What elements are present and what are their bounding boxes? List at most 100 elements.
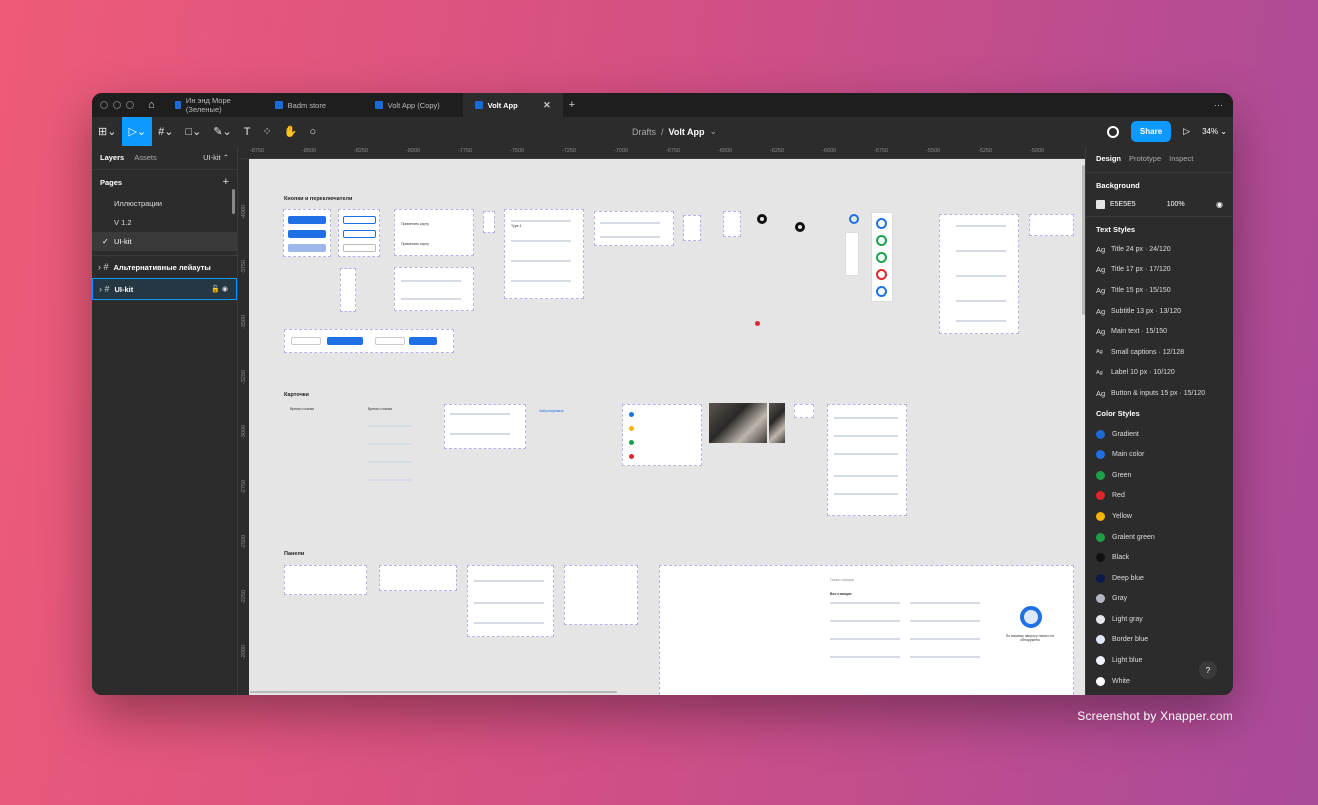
primary-button[interactable] <box>288 216 326 224</box>
bg-hex-input[interactable]: E5E5E5 <box>1110 201 1136 208</box>
tab-inspect[interactable]: Inspect <box>1169 154 1193 163</box>
more-icon[interactable]: ··· <box>1214 100 1223 110</box>
panel-card[interactable] <box>467 565 554 637</box>
close-tab-icon[interactable]: ✕ <box>543 100 551 111</box>
outline-buttons-card[interactable] <box>338 209 380 257</box>
legend-card[interactable] <box>622 404 702 466</box>
tab-file-4-active[interactable]: Volt App ✕ <box>462 93 563 117</box>
color-style-item[interactable]: Black <box>1086 547 1233 568</box>
maximize-window-button[interactable] <box>126 101 134 109</box>
page-item-illustrations[interactable]: Иллюстрации <box>92 194 237 213</box>
small-toggle[interactable] <box>483 211 495 233</box>
color-style-item[interactable]: Green <box>1086 465 1233 486</box>
page-selector[interactable]: UI-kit ⌃ <box>203 153 229 162</box>
color-style-item[interactable]: Red <box>1086 486 1233 507</box>
avatar[interactable] <box>1106 125 1119 138</box>
segment-button-active[interactable] <box>409 337 437 345</box>
outline-button[interactable] <box>343 216 376 224</box>
color-style-item[interactable]: Gray <box>1086 589 1233 610</box>
color-style-item[interactable]: Deep blue <box>1086 568 1233 589</box>
frame-tool-icon[interactable]: #⌄ <box>152 117 179 146</box>
panel-card[interactable] <box>284 565 367 595</box>
tab-design[interactable]: Design <box>1096 154 1121 163</box>
primary-button-disabled[interactable] <box>288 244 326 252</box>
help-button[interactable]: ? <box>1199 661 1217 679</box>
radio-list-card[interactable]: Type-1 <box>504 209 584 299</box>
tab-prototype[interactable]: Prototype <box>1129 154 1161 163</box>
text-style-item[interactable]: Ag Main text · 15/150 <box>1086 321 1233 342</box>
text-tool-icon[interactable]: T <box>238 117 257 146</box>
color-style-item[interactable]: Gralent green <box>1086 527 1233 548</box>
tab-layers[interactable]: Layers <box>100 153 124 162</box>
buttons-card[interactable] <box>283 209 331 257</box>
text-style-item[interactable]: Ag Label 10 px · 10/120 <box>1086 363 1233 384</box>
outline-button-disabled[interactable] <box>343 244 376 252</box>
tab-file-1[interactable]: Ин энд Море (Зеленые) <box>163 93 263 117</box>
hand-tool-icon[interactable]: ✋ <box>278 117 304 146</box>
stepper-card[interactable] <box>340 268 356 312</box>
share-button[interactable]: Share <box>1130 121 1172 142</box>
text-style-item[interactable]: Ag Small captions · 12/128 <box>1086 342 1233 363</box>
station-card[interactable] <box>444 404 526 449</box>
chevron-down-icon[interactable]: ⌄ <box>710 126 718 137</box>
shape-tool-icon[interactable]: □⌄ <box>179 117 207 146</box>
link-text[interactable]: Забронировать <box>539 409 564 413</box>
main-menu-icon[interactable]: ⊞⌄ <box>92 117 122 146</box>
segmented-control[interactable] <box>284 329 454 353</box>
text-style-item[interactable]: Ag Title 24 px · 24/120 <box>1086 239 1233 260</box>
move-tool-icon[interactable]: ▷⌄ <box>122 117 153 146</box>
comment-tool-icon[interactable]: ○ <box>303 117 322 146</box>
canvas-horizontal-scrollbar[interactable] <box>250 691 617 693</box>
lock-eye-icons[interactable]: 🔓 ◉ <box>211 285 228 293</box>
primary-button[interactable] <box>288 230 326 238</box>
panel-card[interactable] <box>379 565 457 591</box>
pen-tool-icon[interactable]: ✎⌄ <box>207 117 237 146</box>
layer-ui-kit[interactable]: › # UI-kit 🔓 ◉ <box>92 278 237 300</box>
price-chip[interactable] <box>683 215 701 241</box>
minimize-window-button[interactable] <box>113 101 121 109</box>
text-style-item[interactable]: Ag Subtitle 13 px · 13/120 <box>1086 301 1233 322</box>
color-style-item[interactable]: Gradient <box>1086 424 1233 445</box>
search-panel-card[interactable]: Поиск станции Все станции По вашему запр… <box>659 565 1074 695</box>
segment-button[interactable] <box>375 337 405 345</box>
charging-list-card[interactable] <box>394 267 474 311</box>
resources-icon[interactable]: ⁘ <box>257 117 278 146</box>
page-item-ui-kit[interactable]: ✓ UI-kit <box>92 232 237 251</box>
color-style-item[interactable]: Main color <box>1086 444 1233 465</box>
zoom-dropdown[interactable]: 34% ⌄ <box>1202 127 1227 136</box>
outline-button[interactable] <box>343 230 376 238</box>
left-scrollbar[interactable] <box>232 189 235 214</box>
text-style-item[interactable]: Ag Title 17 px · 17/120 <box>1086 260 1233 281</box>
home-icon[interactable]: ⌂ <box>148 99 155 111</box>
close-window-button[interactable] <box>100 101 108 109</box>
color-style-item[interactable]: Border blue <box>1086 630 1233 651</box>
add-page-icon[interactable]: + <box>223 176 229 188</box>
station-details-card[interactable] <box>827 404 907 516</box>
apply-card-component[interactable]: Применить карту Применить карту <box>394 209 474 256</box>
checkbox-card[interactable] <box>1029 214 1074 236</box>
color-style-item[interactable]: Light gray <box>1086 609 1233 630</box>
status-pill[interactable] <box>794 404 814 418</box>
tab-file-3[interactable]: Volt App (Copy) <box>363 93 463 117</box>
breadcrumb-drafts[interactable]: Drafts <box>632 127 656 137</box>
layer-alt-layouts[interactable]: › # Альтернативные лейауты <box>92 256 237 278</box>
tab-file-2[interactable]: Badm store <box>263 93 363 117</box>
icon-chip[interactable] <box>723 211 741 237</box>
eye-icon[interactable]: ◉ <box>1216 200 1223 209</box>
connector-card[interactable] <box>594 211 674 246</box>
bg-opacity-input[interactable]: 100% <box>1167 201 1185 208</box>
segment-button[interactable] <box>291 337 321 345</box>
new-tab-icon[interactable]: + <box>569 99 575 111</box>
text-style-item[interactable]: Ag Button & inputs 15 px · 15/120 <box>1086 383 1233 404</box>
tab-assets[interactable]: Assets <box>134 153 157 162</box>
text-style-item[interactable]: Ag Title 15 px · 15/150 <box>1086 280 1233 301</box>
color-swatch[interactable] <box>1096 200 1105 209</box>
page-item-v12[interactable]: V 1.2 <box>92 213 237 232</box>
station-list-card[interactable] <box>939 214 1019 334</box>
background-fill-row[interactable]: E5E5E5 100% ◉ <box>1086 195 1233 214</box>
tabbar-panel-card[interactable] <box>564 565 638 625</box>
color-style-item[interactable]: Yellow <box>1086 506 1233 527</box>
present-icon[interactable]: ▷ <box>1183 126 1190 137</box>
segment-button-active[interactable] <box>327 337 363 345</box>
file-name[interactable]: Volt App <box>669 127 705 137</box>
